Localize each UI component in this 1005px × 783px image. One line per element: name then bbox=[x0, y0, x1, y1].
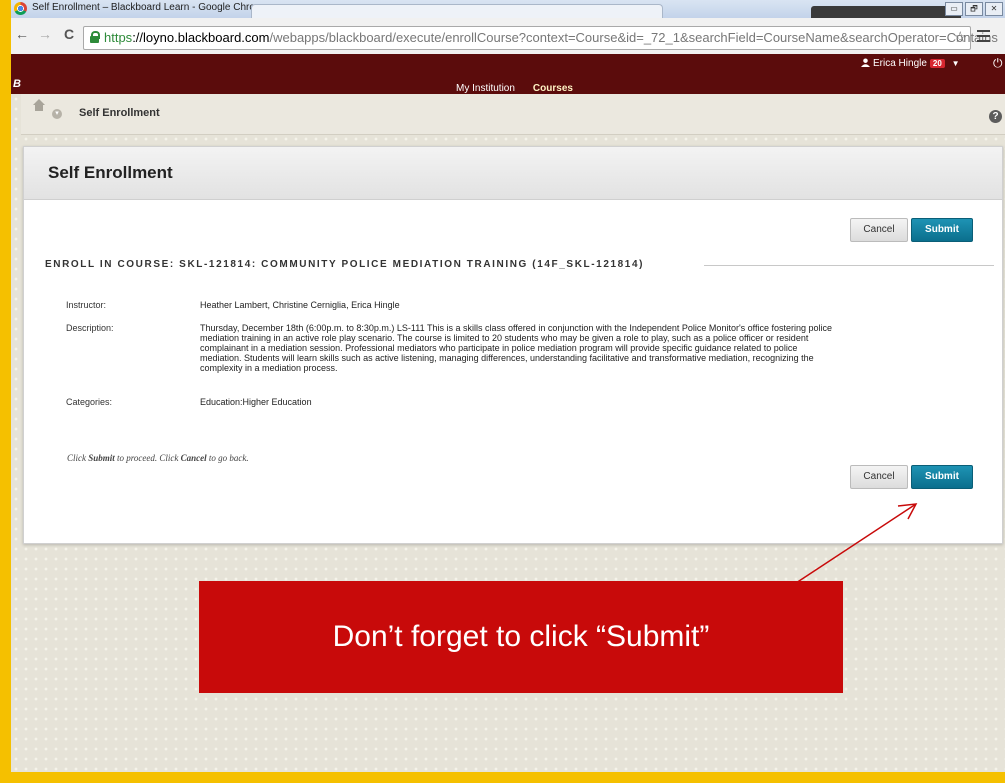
forward-icon[interactable]: → bbox=[38, 26, 52, 42]
main-tabs: My Institution Courses bbox=[456, 83, 591, 94]
url-path: /webapps/blackboard/execute/enrollCourse… bbox=[269, 30, 998, 45]
slide-bottom-border bbox=[0, 772, 1005, 783]
submit-button-top[interactable]: Submit bbox=[911, 218, 973, 242]
instructions-submit-word: Submit bbox=[88, 453, 115, 463]
instructions-text: Click Submit to proceed. Click Cancel to… bbox=[67, 453, 249, 463]
user-name: Erica Hingle bbox=[873, 58, 927, 69]
categories-value: Education:Higher Education bbox=[200, 397, 312, 407]
breadcrumb-current: Self Enrollment bbox=[79, 107, 160, 119]
enrollment-panel: Self Enrollment Cancel Submit ENROLL IN … bbox=[23, 146, 1003, 544]
heading-divider bbox=[704, 265, 994, 266]
home-icon[interactable] bbox=[33, 99, 45, 114]
chrome-menu-icon[interactable] bbox=[977, 30, 990, 42]
url-text: https://loyno.blackboard.com/webapps/bla… bbox=[104, 30, 998, 45]
close-button[interactable]: ✕ bbox=[985, 2, 1003, 16]
reload-icon[interactable]: C bbox=[64, 26, 74, 42]
url-host: ://loyno.blackboard.com bbox=[132, 30, 270, 45]
browser-tab-strip-dark bbox=[811, 6, 961, 18]
reminder-callout: Don’t forget to click “Submit” bbox=[199, 581, 843, 693]
browser-tab-strip[interactable] bbox=[251, 4, 663, 19]
blackboard-logo[interactable]: B bbox=[13, 78, 21, 90]
panel-header: Self Enrollment bbox=[24, 147, 1002, 200]
description-value: Thursday, December 18th (6:00p.m. to 8:3… bbox=[200, 323, 833, 373]
categories-label: Categories: bbox=[66, 397, 113, 407]
chrome-icon bbox=[14, 2, 27, 15]
browser-window: Self Enrollment – Blackboard Learn - Goo… bbox=[11, 0, 1005, 772]
tab-courses[interactable]: Courses bbox=[533, 83, 573, 94]
minimize-button[interactable]: ▭ bbox=[945, 2, 963, 16]
submit-button-bottom[interactable]: Submit bbox=[911, 465, 973, 489]
instructions-part2: to proceed. Click bbox=[114, 453, 181, 463]
lock-icon bbox=[90, 31, 100, 43]
url-scheme: https bbox=[104, 30, 133, 45]
title-bar: Self Enrollment – Blackboard Learn - Goo… bbox=[11, 0, 1005, 19]
maximize-button[interactable]: 🗗 bbox=[965, 2, 983, 16]
instructions-part1: Click bbox=[67, 453, 89, 463]
bookmark-star-icon[interactable]: ☆ bbox=[954, 28, 967, 46]
description-label: Description: bbox=[66, 323, 114, 333]
window-title: Self Enrollment – Blackboard Learn - Goo… bbox=[32, 2, 269, 13]
cancel-button-top[interactable]: Cancel bbox=[850, 218, 908, 242]
address-bar[interactable]: https://loyno.blackboard.com/webapps/bla… bbox=[83, 26, 998, 50]
power-icon[interactable]: ⏻ bbox=[993, 56, 1003, 71]
instructions-part3: to go back. bbox=[206, 453, 249, 463]
course-heading: ENROLL IN COURSE: SKL-121814: COMMUNITY … bbox=[45, 259, 645, 270]
notification-badge[interactable]: 20 bbox=[929, 59, 945, 68]
browser-toolbar: ← → C https://loyno.blackboard.com/webap… bbox=[11, 18, 1005, 55]
breadcrumb-menu-icon[interactable]: ▾ bbox=[52, 109, 62, 119]
cancel-button-bottom[interactable]: Cancel bbox=[850, 465, 908, 489]
user-icon bbox=[861, 58, 870, 67]
chevron-down-icon[interactable]: ▼ bbox=[952, 59, 960, 68]
page-title: Self Enrollment bbox=[48, 163, 173, 182]
instructions-cancel-word: Cancel bbox=[180, 453, 207, 463]
user-menu[interactable]: Erica Hingle 20 ▼ bbox=[861, 58, 960, 69]
instructor-value: Heather Lambert, Christine Cerniglia, Er… bbox=[200, 300, 400, 310]
back-icon[interactable]: ← bbox=[15, 26, 29, 42]
instructor-label: Instructor: bbox=[66, 300, 107, 310]
breadcrumb: ▾ Self Enrollment ? bbox=[21, 94, 1005, 135]
blackboard-header: B Erica Hingle 20 ▼ ⏻ My Institution Cours… bbox=[11, 54, 1005, 94]
help-icon[interactable]: ? bbox=[989, 110, 1002, 123]
tab-my-institution[interactable]: My Institution bbox=[456, 83, 515, 94]
page-content: ▾ Self Enrollment ? Self Enrollment Canc… bbox=[11, 94, 1005, 772]
